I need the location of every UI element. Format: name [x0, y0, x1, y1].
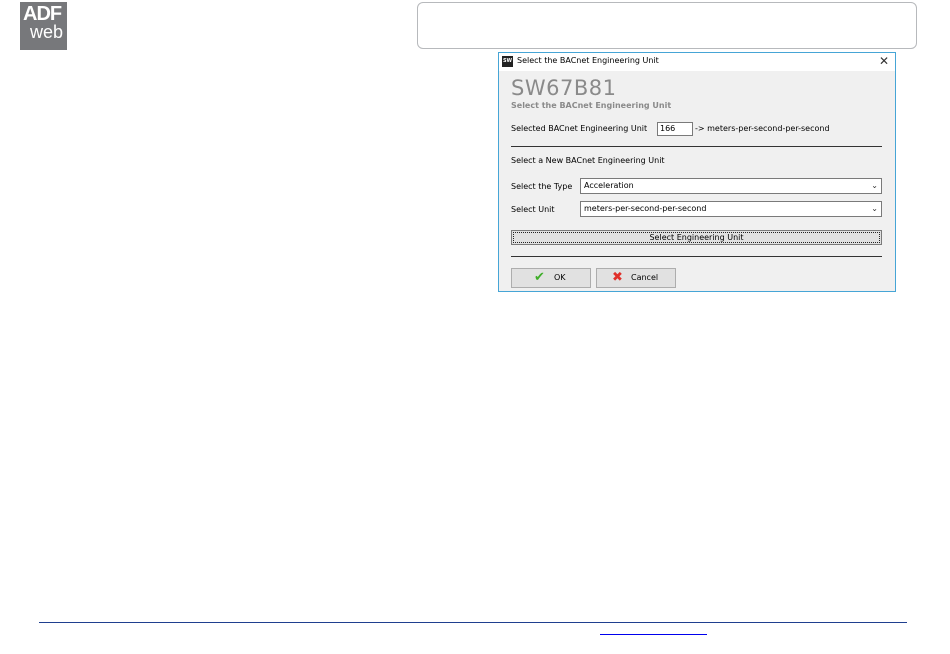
- chevron-down-icon: ⌄: [871, 181, 878, 190]
- selected-unit-text: -> meters-per-second-per-second: [695, 124, 830, 133]
- select-engineering-unit-button[interactable]: Select Engineering Unit: [511, 230, 882, 245]
- new-unit-heading: Select a New BACnet Engineering Unit: [511, 156, 665, 165]
- unit-select[interactable]: meters-per-second-per-second ⌄: [580, 201, 882, 217]
- ok-button[interactable]: ✔ OK: [511, 268, 591, 288]
- engineering-unit-dialog: SW Select the BACnet Engineering Unit ✕ …: [498, 52, 896, 292]
- cancel-button[interactable]: ✖ Cancel: [596, 268, 676, 288]
- unit-select-value: meters-per-second-per-second: [584, 204, 707, 213]
- logo-text-web: web: [30, 22, 64, 42]
- adfweb-logo: ADF web: [20, 2, 67, 50]
- cancel-icon: ✖: [612, 270, 623, 285]
- dialog-title: Select the BACnet Engineering Unit: [517, 56, 659, 65]
- type-select[interactable]: Acceleration ⌄: [580, 178, 882, 194]
- header-box: [417, 2, 917, 49]
- selected-unit-code-field[interactable]: 166: [657, 122, 693, 136]
- footer-link[interactable]: [600, 634, 707, 635]
- divider: [511, 256, 882, 257]
- type-label: Select the Type: [511, 182, 573, 191]
- focus-rectangle: [513, 232, 880, 243]
- chevron-down-icon: ⌄: [871, 204, 878, 213]
- ok-button-label: OK: [554, 273, 566, 282]
- manual-page: ADF web SW Select the BACnet Engineering…: [0, 0, 950, 654]
- type-select-value: Acceleration: [584, 181, 634, 190]
- close-icon[interactable]: ✕: [879, 54, 889, 68]
- footer-divider: [39, 622, 907, 623]
- app-icon: SW: [502, 56, 513, 67]
- unit-label: Select Unit: [511, 205, 555, 214]
- cancel-button-label: Cancel: [631, 273, 659, 282]
- dialog-titlebar: SW Select the BACnet Engineering Unit ✕: [499, 53, 895, 71]
- checkmark-icon: ✔: [534, 270, 545, 285]
- divider: [511, 146, 882, 147]
- product-name: SW67B81: [511, 76, 617, 100]
- dialog-subtitle: Select the BACnet Engineering Unit: [511, 101, 672, 110]
- selected-unit-label: Selected BACnet Engineering Unit: [511, 124, 648, 133]
